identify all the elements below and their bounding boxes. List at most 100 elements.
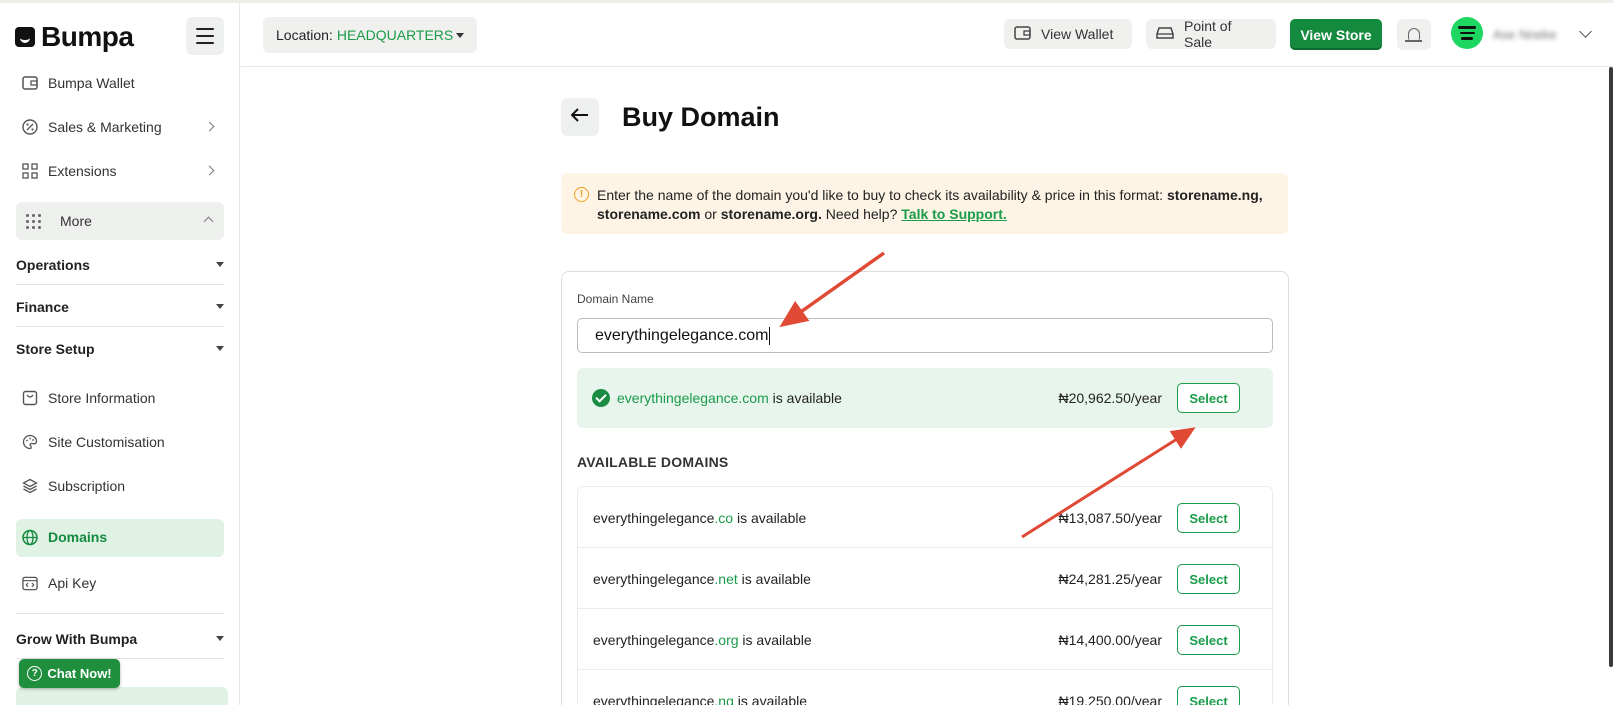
wallet-icon [1014, 25, 1031, 43]
result-domain: everythingelegance.com [617, 390, 769, 406]
bumpa-logo-icon [15, 27, 35, 47]
notice-text: Enter the name of the domain you'd like … [597, 187, 1167, 203]
talk-to-support-link[interactable]: Talk to Support. [901, 206, 1007, 222]
check-circle-icon [592, 389, 610, 407]
wallet-icon [22, 75, 38, 91]
brand-name: Bumpa [41, 21, 134, 52]
domain-name-label: Domain Name [577, 292, 654, 306]
caret-down-icon [456, 32, 465, 38]
chat-now-button[interactable]: ? Chat Now! [19, 659, 120, 688]
layers-icon [22, 478, 38, 494]
section-grow-with-bumpa[interactable]: Grow With Bumpa [16, 631, 224, 647]
result-status: is available [768, 390, 842, 406]
list-item: everythingelegance.co is available ₦13,0… [578, 487, 1272, 548]
sidebar: Bumpa Bumpa Wallet Sales & Marketing Ext… [0, 3, 240, 705]
location-label: Location: [276, 27, 333, 43]
caret-down-icon [216, 346, 224, 351]
caret-down-icon [216, 636, 224, 641]
select-button[interactable]: Select [1177, 564, 1240, 594]
sidebar-bottom-item[interactable] [16, 687, 228, 705]
sidebar-item-bumpa-wallet[interactable]: Bumpa Wallet [22, 75, 135, 91]
sidebar-item-api-key[interactable]: Api Key [22, 575, 96, 591]
domain-price: ₦24,281.25/year [1058, 571, 1162, 587]
divider [16, 613, 224, 614]
sidebar-item-subscription[interactable]: Subscription [22, 478, 125, 494]
select-button[interactable]: Select [1177, 503, 1240, 533]
domain-name-input[interactable]: everythingelegance.com [577, 318, 1273, 353]
section-label: Finance [16, 299, 69, 315]
chevron-down-icon[interactable] [1579, 25, 1592, 38]
section-label: Store Setup [16, 341, 95, 357]
domain-text: everythingelegance.ng is available [593, 693, 808, 705]
more-label: More [60, 213, 92, 229]
sidebar-item-label: Sales & Marketing [48, 119, 162, 135]
caret-down-icon [216, 304, 224, 309]
back-button[interactable] [561, 98, 599, 136]
sidebar-item-label: Api Key [48, 575, 97, 591]
caret-down-icon [216, 262, 224, 267]
sidebar-item-label: Subscription [48, 478, 126, 494]
menu-toggle-button[interactable] [186, 17, 224, 55]
section-label: Grow With Bumpa [16, 631, 138, 647]
sidebar-item-label: Bumpa Wallet [48, 75, 135, 91]
brand-logo[interactable]: Bumpa [15, 21, 134, 53]
section-store-setup[interactable]: Store Setup [16, 341, 224, 357]
chat-now-label: Chat Now! [47, 666, 112, 681]
text-cursor [769, 326, 771, 345]
select-button[interactable]: Select [1177, 686, 1240, 705]
domain-price: ₦19,250.00/year [1058, 693, 1162, 705]
avatar[interactable] [1451, 17, 1483, 49]
domain-input-value: everythingelegance.com [595, 326, 769, 344]
pos-icon [1156, 26, 1174, 43]
notice-format: storename.com [597, 206, 701, 222]
sidebar-item-domains[interactable]: Domains [22, 529, 107, 545]
select-button[interactable]: Select [1177, 383, 1240, 413]
sidebar-item-site-customisation[interactable]: Site Customisation [22, 434, 165, 450]
sidebar-item-extensions[interactable]: Extensions [22, 163, 116, 179]
domain-price: ₦13,087.50/year [1058, 510, 1162, 526]
section-finance[interactable]: Finance [16, 299, 224, 315]
sidebar-item-sales-marketing[interactable]: Sales & Marketing [22, 119, 162, 135]
domain-price: ₦14,400.00/year [1058, 632, 1162, 648]
domain-result-text: everythingelegance.com is available [617, 390, 842, 406]
help-icon: ? [27, 666, 43, 681]
page-title: Buy Domain [622, 102, 780, 132]
domain-result: everythingelegance.com is available ₦20,… [577, 368, 1273, 428]
sidebar-more-toggle[interactable]: More [16, 202, 224, 240]
notice-text: Need help? [821, 206, 902, 222]
chevron-up-icon [203, 216, 214, 227]
view-wallet-label: View Wallet [1041, 26, 1114, 42]
view-wallet-button[interactable]: View Wallet [1004, 19, 1132, 49]
page-scrollbar[interactable] [1609, 67, 1613, 667]
grid-dots-icon [26, 213, 42, 229]
list-item: everythingelegance.org is available ₦14,… [578, 609, 1272, 670]
list-item: everythingelegance.net is available ₦24,… [578, 548, 1272, 609]
notifications-button[interactable] [1397, 19, 1431, 50]
location-selector[interactable]: Location: HEADQUARTERS [263, 17, 478, 53]
chevron-right-icon [204, 121, 215, 132]
user-name: Ase Nneke [1493, 27, 1557, 42]
code-icon [22, 575, 38, 591]
point-of-sale-button[interactable]: Point of Sale [1146, 18, 1276, 50]
select-button[interactable]: Select [1177, 625, 1240, 655]
sidebar-item-store-information[interactable]: Store Information [22, 390, 155, 406]
location-value: HEADQUARTERS [336, 27, 454, 43]
point-of-sale-label: Point of Sale [1184, 18, 1232, 50]
divider [16, 284, 224, 285]
divider [16, 326, 224, 327]
domain-text: everythingelegance.org is available [593, 632, 812, 648]
view-store-button[interactable]: View Store [1290, 19, 1382, 50]
info-icon: ! [574, 187, 589, 202]
extensions-icon [22, 163, 38, 179]
palette-icon [22, 434, 38, 450]
percent-icon [22, 119, 38, 135]
notice-text: or [700, 206, 721, 222]
view-store-label: View Store [1300, 26, 1372, 43]
domain-text: everythingelegance.net is available [593, 571, 811, 587]
section-operations[interactable]: Operations [16, 257, 224, 273]
domain-text: everythingelegance.co is available [593, 510, 807, 526]
sidebar-item-label: Site Customisation [48, 434, 165, 450]
list-item: everythingelegance.ng is available ₦19,2… [578, 670, 1272, 705]
store-icon [22, 390, 38, 406]
sidebar-item-label: Store Information [48, 390, 156, 406]
